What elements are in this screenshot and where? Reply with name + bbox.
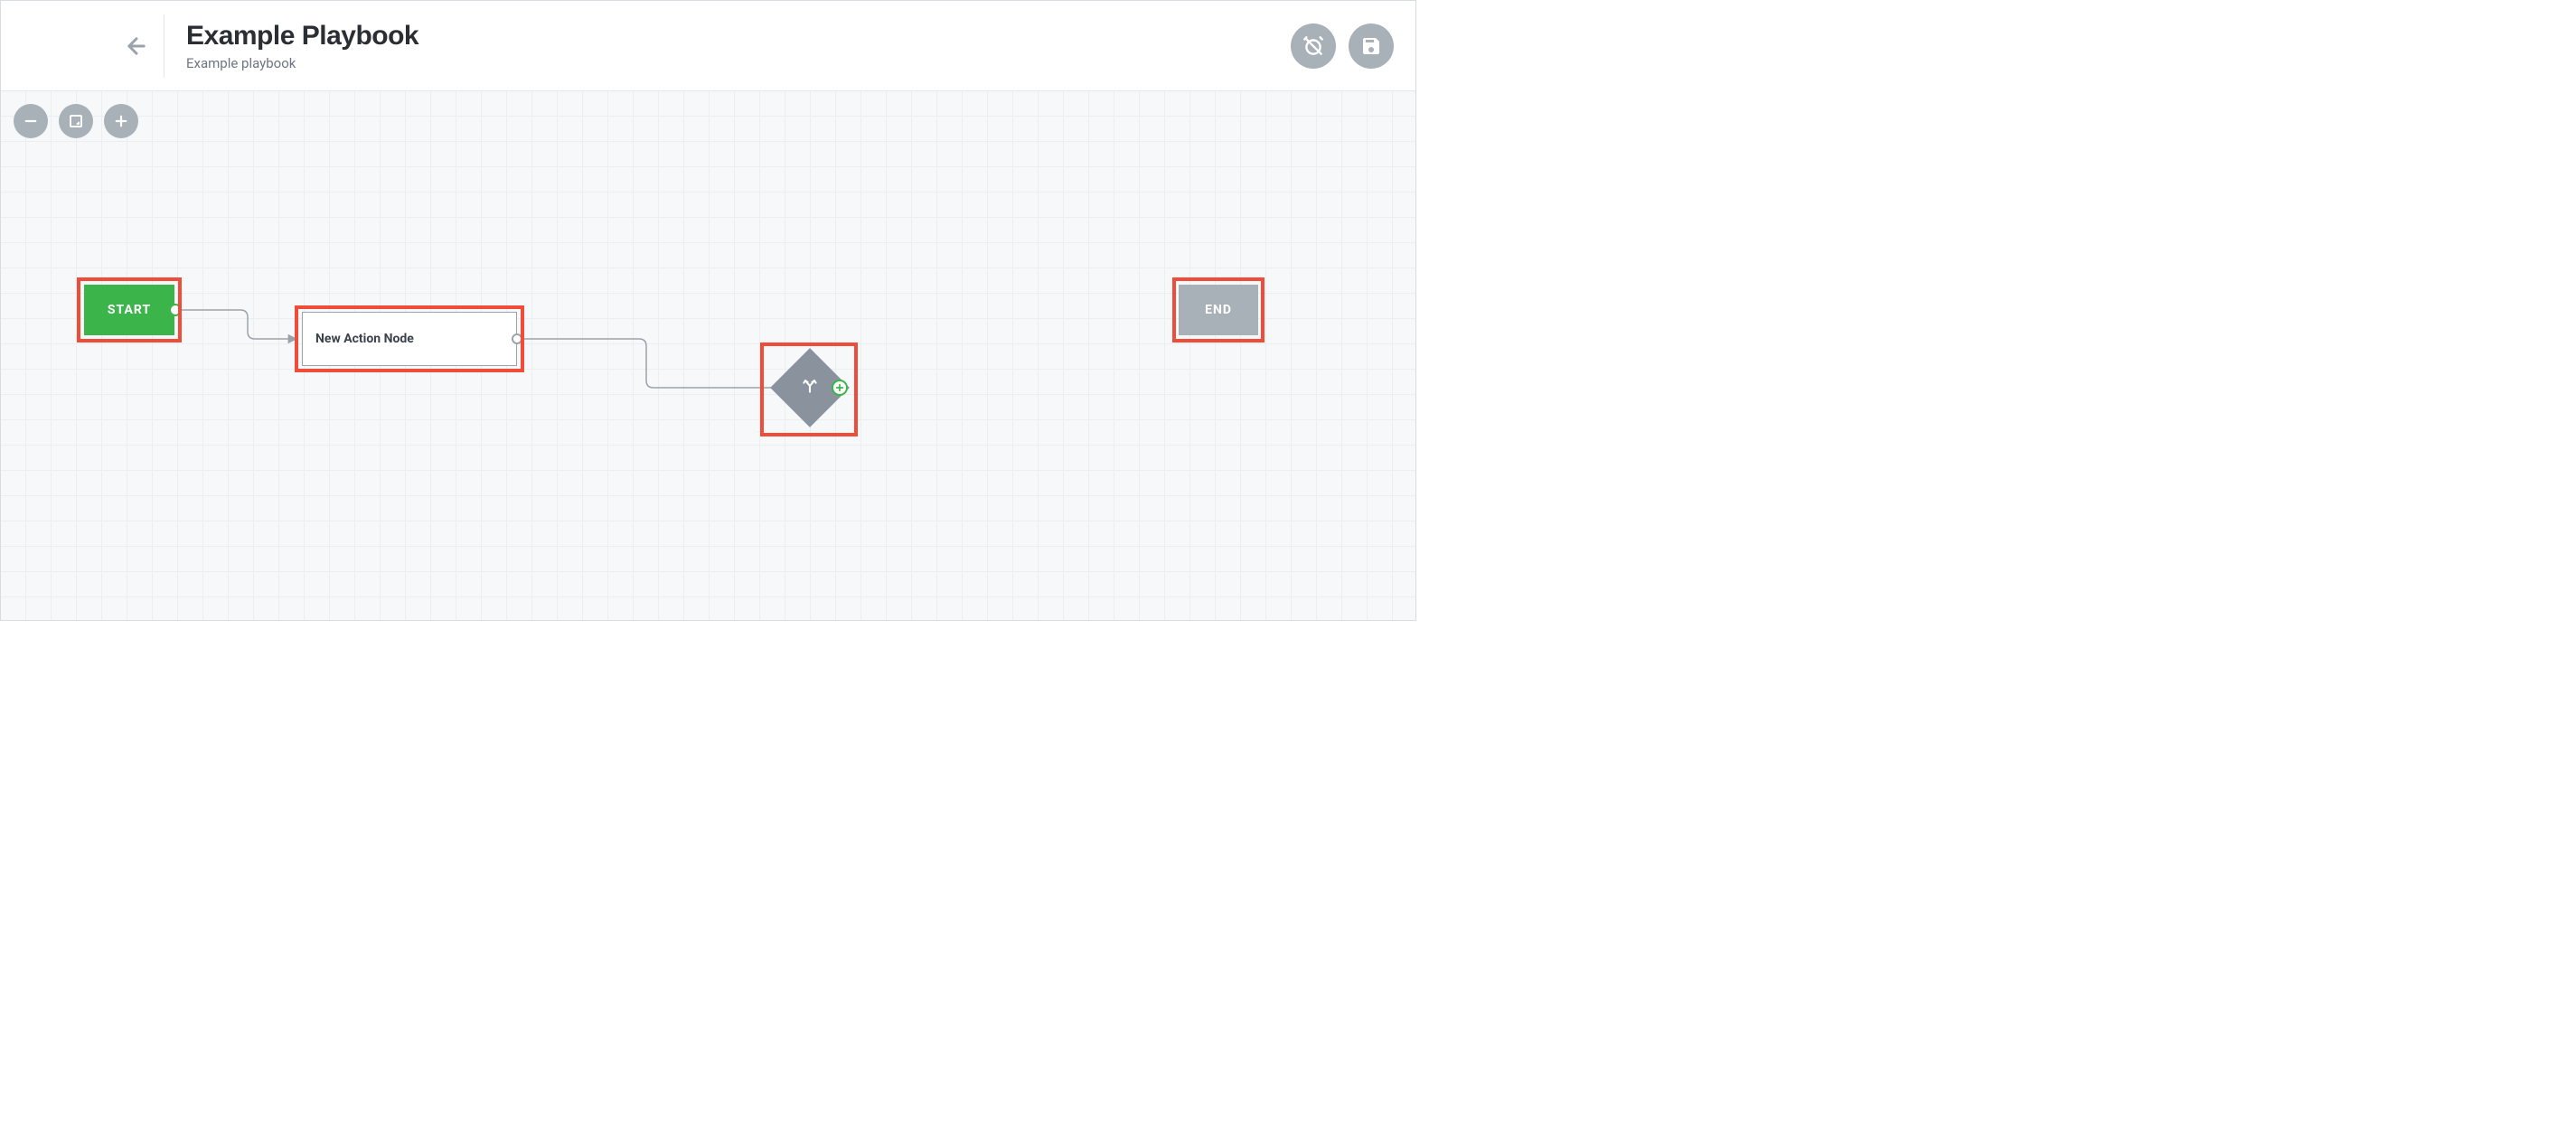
start-node-out-port[interactable] — [169, 304, 182, 316]
zoom-toolbar — [14, 104, 138, 138]
action-node[interactable]: New Action Node — [302, 312, 517, 366]
decision-add-branch-button[interactable] — [832, 380, 848, 396]
page-subtitle: Example playbook — [186, 55, 1291, 71]
end-node[interactable]: END — [1179, 285, 1258, 335]
save-button[interactable] — [1349, 23, 1394, 69]
minus-icon — [23, 113, 39, 129]
back-button[interactable] — [109, 1, 164, 91]
fit-screen-button[interactable] — [59, 104, 93, 138]
decision-node[interactable] — [765, 342, 855, 433]
branch-icon — [801, 377, 819, 399]
header-actions — [1291, 23, 1394, 69]
playbook-canvas[interactable]: START New Action Node — [1, 91, 1415, 620]
zoom-out-button[interactable] — [14, 104, 48, 138]
app-header: Example Playbook Example playbook — [1, 1, 1415, 91]
title-block: Example Playbook Example playbook — [164, 14, 1291, 78]
page-title: Example Playbook — [186, 21, 1291, 52]
plus-icon — [835, 383, 844, 392]
save-icon — [1360, 35, 1382, 57]
end-node-label: END — [1205, 303, 1232, 317]
alarm-off-icon — [1302, 34, 1325, 58]
arrow-left-icon — [124, 33, 149, 59]
start-node-label: START — [108, 303, 151, 317]
start-node[interactable]: START — [84, 285, 174, 335]
fit-screen-icon — [68, 113, 84, 129]
node-layer: START New Action Node — [1, 91, 1415, 620]
alarm-off-button[interactable] — [1291, 23, 1336, 69]
zoom-in-button[interactable] — [104, 104, 138, 138]
action-node-out-port[interactable] — [512, 333, 522, 344]
action-node-label: New Action Node — [315, 332, 414, 346]
plus-icon — [113, 113, 129, 129]
